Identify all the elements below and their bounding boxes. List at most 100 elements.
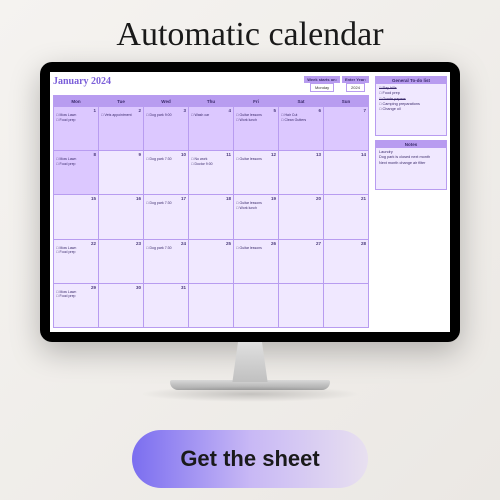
day-header: Sat: [279, 96, 323, 106]
monitor-stand: [210, 342, 290, 382]
calendar-event: Food prep: [56, 162, 96, 167]
calendar-event: Dog park 7:30: [146, 157, 186, 162]
day-number: 15: [56, 196, 96, 201]
notes-list: LaundryDog park is closed next monthNext…: [376, 148, 446, 168]
calendar-event: Dog park 7:30: [146, 201, 186, 206]
calendar-cell[interactable]: 2Vets appointment: [99, 107, 143, 150]
day-number: 7: [326, 108, 366, 113]
week-starts-value[interactable]: Monday: [310, 83, 334, 92]
calendar-cell[interactable]: 19Guitar lessonsWork lunch: [234, 195, 278, 238]
calendar-cell[interactable]: [189, 284, 233, 327]
calendar-cell[interactable]: [234, 284, 278, 327]
calendar-event: Dog park 7:30: [146, 246, 186, 251]
calendar-cell[interactable]: 1Mow LawnFood prep: [54, 107, 98, 150]
day-number: 30: [101, 285, 141, 290]
calendar-cell[interactable]: 15: [54, 195, 98, 238]
day-number: 20: [281, 196, 321, 201]
calendar-cell[interactable]: 5Guitar lessonsWork lunch: [234, 107, 278, 150]
calendar-event: Guitar lessons: [236, 246, 276, 251]
calendar-event: Dog park 9:00: [146, 113, 186, 118]
day-number: 14: [326, 152, 366, 157]
todo-panel: General To-do list Pay billsFood prepGra…: [375, 76, 447, 136]
calendar-event: Vets appointment: [101, 113, 141, 118]
todo-item[interactable]: Change oil: [379, 107, 443, 112]
todo-title: General To-do list: [376, 77, 446, 84]
calendar-cell[interactable]: 31: [144, 284, 188, 327]
calendar-event: Clean Gutters: [281, 118, 321, 123]
week-starts-label: Week starts on:: [304, 76, 340, 83]
page-title: Automatic calendar: [116, 16, 383, 54]
calendar-cell[interactable]: 13: [279, 151, 323, 194]
monitor-bezel: January 2024 Week starts on: Monday Ente…: [40, 62, 460, 342]
day-header: Tue: [99, 96, 143, 106]
note-line: Next month change air filter: [379, 161, 443, 166]
calendar-event: Food prep: [56, 250, 96, 255]
calendar-event: Food prep: [56, 118, 96, 123]
day-number: 23: [101, 241, 141, 246]
calendar-cell[interactable]: 17Dog park 7:30: [144, 195, 188, 238]
notes-panel: Notes LaundryDog park is closed next mon…: [375, 140, 447, 190]
calendar-panel: January 2024 Week starts on: Monday Ente…: [50, 72, 372, 332]
monitor-illustration: January 2024 Week starts on: Monday Ente…: [40, 62, 460, 402]
day-number: 25: [191, 241, 231, 246]
calendar-cell[interactable]: 18: [189, 195, 233, 238]
calendar-cell[interactable]: [279, 284, 323, 327]
day-number: 31: [146, 285, 186, 290]
calendar-cell[interactable]: 22Mow LawnFood prep: [54, 240, 98, 283]
calendar-cell[interactable]: 23: [99, 240, 143, 283]
calendar-cell[interactable]: 7: [324, 107, 368, 150]
notes-title: Notes: [376, 141, 446, 148]
day-header: Sun: [324, 96, 368, 106]
day-number: 21: [326, 196, 366, 201]
calendar-cell[interactable]: 12Guitar lessons: [234, 151, 278, 194]
day-number: 18: [191, 196, 231, 201]
calendar-event: Food prep: [56, 294, 96, 299]
calendar-cell[interactable]: 11No workDoctor 9:00: [189, 151, 233, 194]
calendar-event: Wash car: [191, 113, 231, 118]
calendar-event: Work lunch: [236, 206, 276, 211]
day-header: Wed: [144, 96, 188, 106]
day-number: 13: [281, 152, 321, 157]
calendar-cell[interactable]: [324, 284, 368, 327]
calendar-cell[interactable]: 30: [99, 284, 143, 327]
calendar-cell[interactable]: 26Guitar lessons: [234, 240, 278, 283]
year-label: Enter Year:: [342, 76, 369, 83]
week-starts-control[interactable]: Week starts on: Monday: [304, 76, 340, 92]
calendar-controls: Week starts on: Monday Enter Year: 2024: [304, 76, 369, 92]
day-number: 16: [101, 196, 141, 201]
monitor-shadow: [140, 386, 360, 402]
day-header: Thu: [189, 96, 233, 106]
calendar-cell[interactable]: 4Wash car: [189, 107, 233, 150]
calendar-cell[interactable]: 20: [279, 195, 323, 238]
todo-list: Pay billsFood prepGrade papersCamping pr…: [376, 84, 446, 115]
day-number: 28: [326, 241, 366, 246]
calendar-cell[interactable]: 28: [324, 240, 368, 283]
calendar-sidebar: General To-do list Pay billsFood prepGra…: [372, 72, 450, 332]
calendar-cell[interactable]: 9: [99, 151, 143, 194]
calendar-event: Doctor 9:00: [191, 162, 231, 167]
calendar-cell[interactable]: 24Dog park 7:30: [144, 240, 188, 283]
calendar-cell[interactable]: 29Mow LawnFood prep: [54, 284, 98, 327]
day-number: 27: [281, 241, 321, 246]
day-header: Fri: [234, 96, 278, 106]
calendar-cell[interactable]: 10Dog park 7:30: [144, 151, 188, 194]
year-control[interactable]: Enter Year: 2024: [342, 76, 369, 92]
calendar-event: Guitar lessons: [236, 157, 276, 162]
calendar-cell[interactable]: 27: [279, 240, 323, 283]
get-sheet-button[interactable]: Get the sheet: [132, 430, 367, 488]
year-value[interactable]: 2024: [346, 83, 365, 92]
calendar-cell[interactable]: 3Dog park 9:00: [144, 107, 188, 150]
calendar-grid: MonTueWedThuFriSatSun1Mow LawnFood prep2…: [53, 95, 369, 328]
calendar-cell[interactable]: 8Mow LawnFood prep: [54, 151, 98, 194]
calendar-cell[interactable]: 21: [324, 195, 368, 238]
calendar-month-title: January 2024: [53, 76, 111, 87]
calendar-cell[interactable]: 25: [189, 240, 233, 283]
day-number: 9: [101, 152, 141, 157]
calendar-header: January 2024 Week starts on: Monday Ente…: [53, 76, 369, 92]
calendar-cell[interactable]: 16: [99, 195, 143, 238]
day-header: Mon: [54, 96, 98, 106]
monitor-screen: January 2024 Week starts on: Monday Ente…: [50, 72, 450, 332]
calendar-event: Work lunch: [236, 118, 276, 123]
calendar-cell[interactable]: 14: [324, 151, 368, 194]
calendar-cell[interactable]: 6Hair CutClean Gutters: [279, 107, 323, 150]
